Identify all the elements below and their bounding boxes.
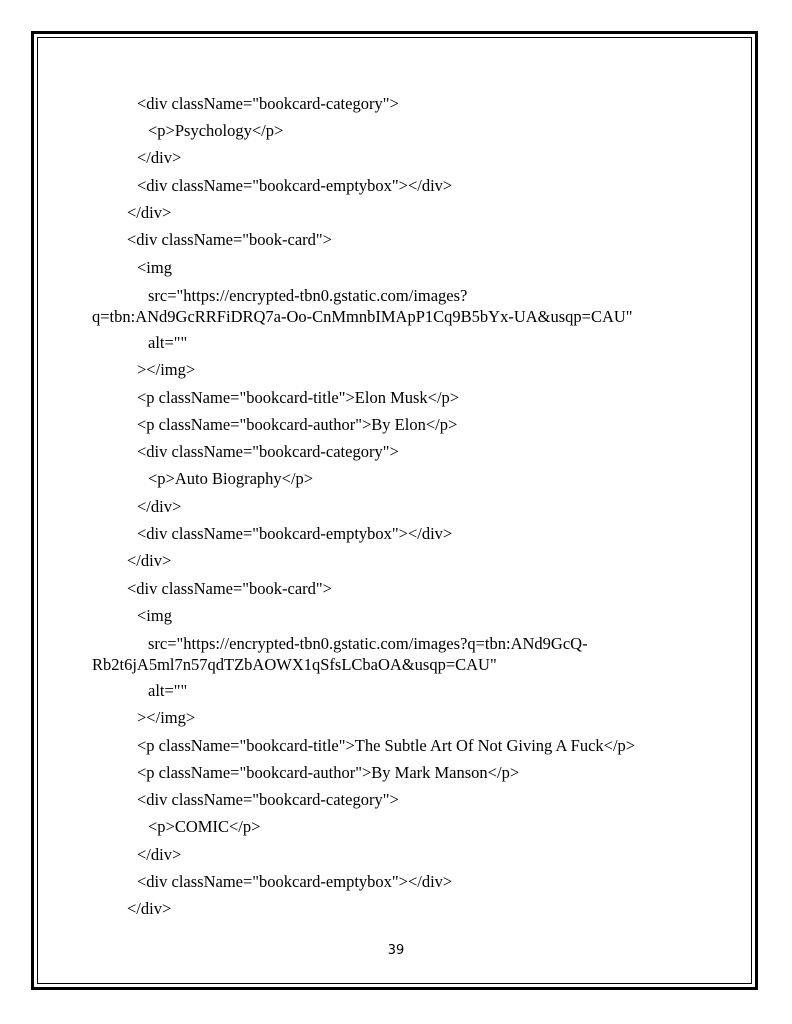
code-line: <div className="bookcard-emptybox"></div… xyxy=(137,176,453,195)
code-line: src="https://encrypted-tbn0.gstatic.com/… xyxy=(148,286,468,305)
code-line: <p className="bookcard-author">By Mark M… xyxy=(137,763,520,782)
code-line: <div className="bookcard-category"> xyxy=(137,94,399,113)
code-line: src="https://encrypted-tbn0.gstatic.com/… xyxy=(148,634,588,653)
code-line: <div className="bookcard-emptybox"></div… xyxy=(137,872,453,891)
code-line: ></img> xyxy=(137,360,196,379)
code-line: <div className="bookcard-emptybox"></div… xyxy=(137,524,453,543)
code-line: <div className="book-card"> xyxy=(127,230,332,249)
code-line: <div className="bookcard-category"> xyxy=(137,790,399,809)
code-line: <p>Auto Biography</p> xyxy=(148,469,314,488)
code-line: <img xyxy=(137,258,172,277)
code-line: <p className="bookcard-title">Elon Musk<… xyxy=(137,388,460,407)
code-line: </div> xyxy=(137,845,182,864)
code-line: alt="" xyxy=(148,333,188,352)
code-line: alt="" xyxy=(148,681,188,700)
page-number: 39 xyxy=(387,943,405,958)
code-line: <p>COMIC</p> xyxy=(148,817,261,836)
code-line: <div className="book-card"> xyxy=(127,579,332,598)
code-line: ></img> xyxy=(137,708,196,727)
code-line: </div> xyxy=(127,551,172,570)
code-line: </div> xyxy=(137,497,182,516)
code-line: </div> xyxy=(127,899,172,918)
code-line: <img xyxy=(137,606,172,625)
code-line: <p className="bookcard-author">By Elon</… xyxy=(137,415,458,434)
code-line: <div className="bookcard-category"> xyxy=(137,442,399,461)
code-line: </div> xyxy=(137,148,182,167)
code-line: </div> xyxy=(127,203,172,222)
code-line: <p>Psychology</p> xyxy=(148,121,284,140)
code-line: Rb2t6jA5ml7n57qdTZbAOWX1qSfsLCbaOA&usqp=… xyxy=(92,655,497,674)
code-line: <p className="bookcard-title">The Subtle… xyxy=(137,736,636,755)
code-line: q=tbn:ANd9GcRRFiDRQ7a-Oo-CnMmnbIMApP1Cq9… xyxy=(92,307,633,326)
